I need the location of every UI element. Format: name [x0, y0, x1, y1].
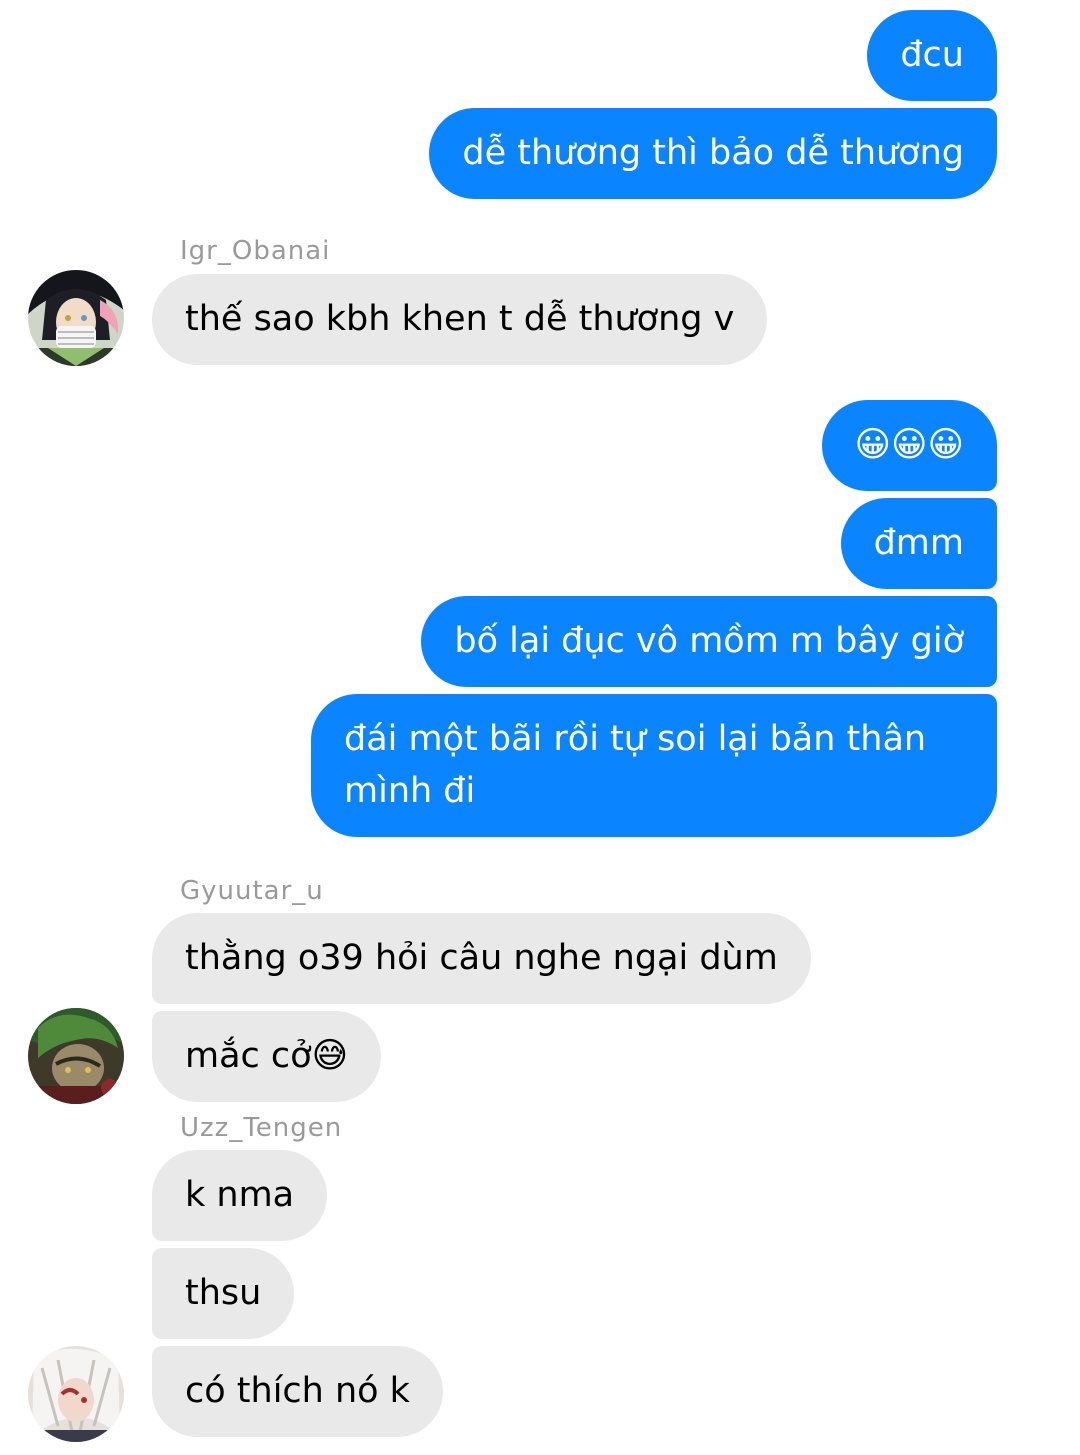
message-incoming[interactable]: mắc cở😅	[152, 1011, 382, 1102]
message-text: mắc cở😅	[185, 1036, 349, 1076]
message-text: k nma	[185, 1175, 295, 1215]
message-text: có thích nó k	[185, 1371, 410, 1411]
message-outgoing[interactable]: đái một bãi rồi tự soi lại bản thân mình…	[311, 694, 997, 837]
message-incoming[interactable]: thằng o39 hỏi câu nghe ngại dùm	[152, 913, 811, 1004]
message-incoming[interactable]: thsu	[152, 1248, 295, 1339]
sender-name: Uzz_Tengen	[180, 1113, 343, 1143]
message-text: thế sao kbh khen t dễ thương v	[185, 299, 735, 339]
message-outgoing[interactable]: đcu	[867, 10, 997, 101]
avatar-tengen-icon[interactable]	[28, 1346, 124, 1442]
message-incoming[interactable]: có thích nó k	[152, 1346, 443, 1437]
sender-name: Gyuutar_u	[180, 876, 324, 906]
message-text: thằng o39 hỏi câu nghe ngại dùm	[185, 938, 778, 978]
message-outgoing[interactable]: bố lại đục vô mồm m bây giờ	[421, 596, 997, 687]
message-text: đmm	[873, 523, 964, 563]
message-text: thsu	[185, 1273, 262, 1313]
message-incoming[interactable]: k nma	[152, 1150, 328, 1241]
message-outgoing[interactable]: dễ thương thì bảo dễ thương	[429, 108, 997, 199]
avatar-gyuutar-icon[interactable]	[28, 1008, 124, 1104]
message-outgoing[interactable]: đmm	[840, 498, 997, 589]
message-text: đcu	[900, 35, 964, 75]
message-text: đái một bãi rồi tự soi lại bản thân mình…	[344, 719, 927, 811]
message-text: 😀😀😀	[854, 425, 964, 465]
message-incoming[interactable]: thế sao kbh khen t dễ thương v	[152, 274, 768, 365]
avatar-obanai-icon[interactable]	[28, 270, 124, 366]
message-text: bố lại đục vô mồm m bây giờ	[454, 621, 964, 661]
message-text: dễ thương thì bảo dễ thương	[462, 133, 964, 173]
chat-thread: đcu dễ thương thì bảo dễ thương Igr_Oban…	[0, 0, 1080, 1455]
message-outgoing[interactable]: 😀😀😀	[821, 400, 997, 491]
sender-name: Igr_Obanai	[180, 236, 331, 266]
